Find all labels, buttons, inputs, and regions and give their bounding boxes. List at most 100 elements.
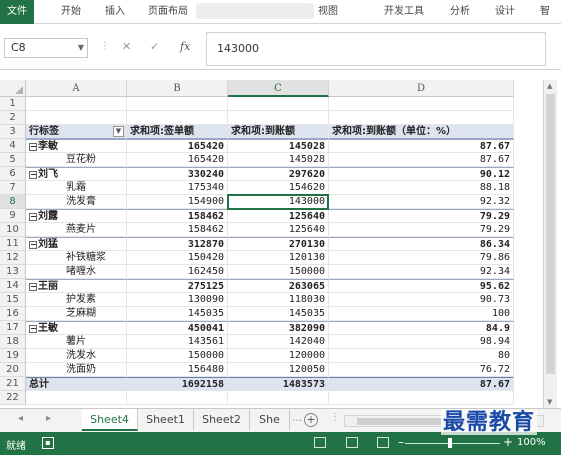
pivot-item-row-label[interactable]: 洗发水 — [26, 349, 127, 363]
received-amount-cell[interactable]: 263065 — [228, 279, 329, 293]
collapse-icon[interactable]: − — [29, 143, 37, 151]
received-percent-cell[interactable]: 79.29 — [329, 209, 514, 223]
normal-view-icon[interactable] — [314, 437, 326, 448]
select-all-corner[interactable] — [0, 80, 26, 97]
received-amount-cell[interactable]: 125640 — [228, 223, 329, 237]
pivot-item-row-label[interactable]: 补铁糖浆 — [26, 251, 127, 265]
zoom-slider-track[interactable] — [405, 443, 500, 444]
pivot-group-row-label[interactable]: −王敏 — [26, 321, 127, 335]
pivot-header-received-percent[interactable]: 求和项:到账额（单位：%） — [329, 125, 514, 139]
pivot-header-received-amount[interactable]: 求和项:到账额 — [228, 125, 329, 139]
add-sheet-icon[interactable]: + — [304, 413, 318, 427]
received-percent-cell[interactable]: 80 — [329, 349, 514, 363]
collapse-icon[interactable]: − — [29, 325, 37, 333]
signed-amount-cell[interactable]: 150420 — [127, 251, 228, 265]
row-header[interactable]: 16 — [0, 307, 26, 321]
received-percent-cell[interactable]: 90.73 — [329, 293, 514, 307]
grand-total-label[interactable]: 总计 — [26, 377, 127, 391]
pivot-item-row-label[interactable]: 洗发膏 — [26, 195, 127, 209]
row-header[interactable]: 10 — [0, 223, 26, 237]
collapse-icon[interactable]: − — [29, 283, 37, 291]
signed-amount-cell[interactable]: 158462 — [127, 209, 228, 223]
signed-amount-cell[interactable]: 145035 — [127, 307, 228, 321]
pivot-item-row-label[interactable]: 乳霜 — [26, 181, 127, 195]
signed-amount-cell[interactable]: 175340 — [127, 181, 228, 195]
scroll-down-icon[interactable]: ▼ — [547, 398, 552, 406]
filter-dropdown-icon[interactable]: ▼ — [113, 126, 124, 137]
collapse-icon[interactable]: − — [29, 213, 37, 221]
row-header[interactable]: 20 — [0, 363, 26, 377]
received-amount-cell[interactable]: 125640 — [228, 209, 329, 223]
vertical-scroll-thumb[interactable] — [546, 94, 555, 374]
empty-cell[interactable] — [127, 391, 228, 405]
empty-cell[interactable] — [26, 97, 127, 111]
received-percent-cell[interactable]: 86.34 — [329, 237, 514, 251]
received-amount-cell[interactable]: 154620 — [228, 181, 329, 195]
received-amount-cell[interactable]: 142040 — [228, 335, 329, 349]
grand-total-signed-amount[interactable]: 1692158 — [127, 377, 228, 391]
pivot-item-row-label[interactable]: 豆花粉 — [26, 153, 127, 167]
received-amount-cell[interactable]: 118030 — [228, 293, 329, 307]
signed-amount-cell[interactable]: 143561 — [127, 335, 228, 349]
tab-insert[interactable]: 插入 — [100, 0, 130, 24]
signed-amount-cell[interactable]: 150000 — [127, 349, 228, 363]
pivot-item-row-label[interactable]: 洗面奶 — [26, 363, 127, 377]
pivot-group-row-label[interactable]: −王丽 — [26, 279, 127, 293]
empty-cell[interactable] — [228, 391, 329, 405]
column-header-c[interactable]: C — [228, 80, 329, 97]
empty-cell[interactable] — [329, 111, 514, 125]
signed-amount-cell[interactable]: 330240 — [127, 167, 228, 181]
row-header[interactable]: 5 — [0, 153, 26, 167]
zoom-level[interactable]: 100% — [517, 437, 546, 448]
pivot-group-row-label[interactable]: −刘猛 — [26, 237, 127, 251]
zoom-in-icon[interactable]: + — [503, 435, 513, 449]
received-percent-cell[interactable]: 95.62 — [329, 279, 514, 293]
pivot-group-row-label[interactable]: −李敏 — [26, 139, 127, 153]
row-header[interactable]: 13 — [0, 265, 26, 279]
tab-view[interactable]: 视图 — [314, 0, 342, 24]
enter-icon[interactable]: ✓ — [150, 40, 159, 53]
scroll-up-icon[interactable]: ▲ — [547, 82, 552, 90]
row-header[interactable]: 14 — [0, 279, 26, 293]
received-amount-cell[interactable]: 120000 — [228, 349, 329, 363]
row-header[interactable]: 3 — [0, 125, 26, 139]
received-percent-cell[interactable]: 79.86 — [329, 251, 514, 265]
pivot-item-row-label[interactable]: 啫喱水 — [26, 265, 127, 279]
received-percent-cell[interactable]: 88.18 — [329, 181, 514, 195]
empty-cell[interactable] — [329, 391, 514, 405]
received-percent-cell[interactable]: 87.67 — [329, 153, 514, 167]
pivot-item-row-label[interactable]: 护发素 — [26, 293, 127, 307]
sheet-tab-sheet3[interactable]: She — [250, 409, 290, 431]
empty-cell[interactable] — [127, 111, 228, 125]
signed-amount-cell[interactable]: 158462 — [127, 223, 228, 237]
row-header[interactable]: 22 — [0, 391, 26, 405]
pivot-row-label-header[interactable]: 行标签 ▼ — [26, 125, 127, 139]
received-percent-cell[interactable]: 92.32 — [329, 195, 514, 209]
empty-cell[interactable] — [329, 97, 514, 111]
chevron-down-icon[interactable]: ▼ — [78, 39, 84, 57]
more-sheets-icon[interactable]: … — [292, 413, 302, 424]
pivot-item-row-label[interactable]: 芝麻糊 — [26, 307, 127, 321]
tab-page-layout[interactable]: 页面布局 — [144, 0, 192, 24]
empty-cell[interactable] — [228, 111, 329, 125]
signed-amount-cell[interactable]: 130090 — [127, 293, 228, 307]
received-amount-cell[interactable]: 270130 — [228, 237, 329, 251]
row-header[interactable]: 4 — [0, 139, 26, 153]
row-header[interactable]: 2 — [0, 111, 26, 125]
column-header-b[interactable]: B — [127, 80, 228, 97]
page-layout-view-icon[interactable] — [346, 437, 358, 448]
pivot-group-row-label[interactable]: −刘露 — [26, 209, 127, 223]
pivot-item-row-label[interactable]: 燕麦片 — [26, 223, 127, 237]
zoom-slider-handle[interactable] — [448, 438, 452, 448]
received-percent-cell[interactable]: 98.94 — [329, 335, 514, 349]
received-amount-cell[interactable]: 145035 — [228, 307, 329, 321]
received-amount-cell[interactable]: 150000 — [228, 265, 329, 279]
received-amount-cell[interactable]: 120050 — [228, 363, 329, 377]
column-header-d[interactable]: D — [329, 80, 514, 97]
sheet-tab-sheet4[interactable]: Sheet4 — [82, 409, 138, 431]
received-amount-cell[interactable]: 382090 — [228, 321, 329, 335]
signed-amount-cell[interactable]: 165420 — [127, 153, 228, 167]
received-amount-cell[interactable]: 297620 — [228, 167, 329, 181]
row-header[interactable]: 12 — [0, 251, 26, 265]
collapse-icon[interactable]: − — [29, 171, 37, 179]
